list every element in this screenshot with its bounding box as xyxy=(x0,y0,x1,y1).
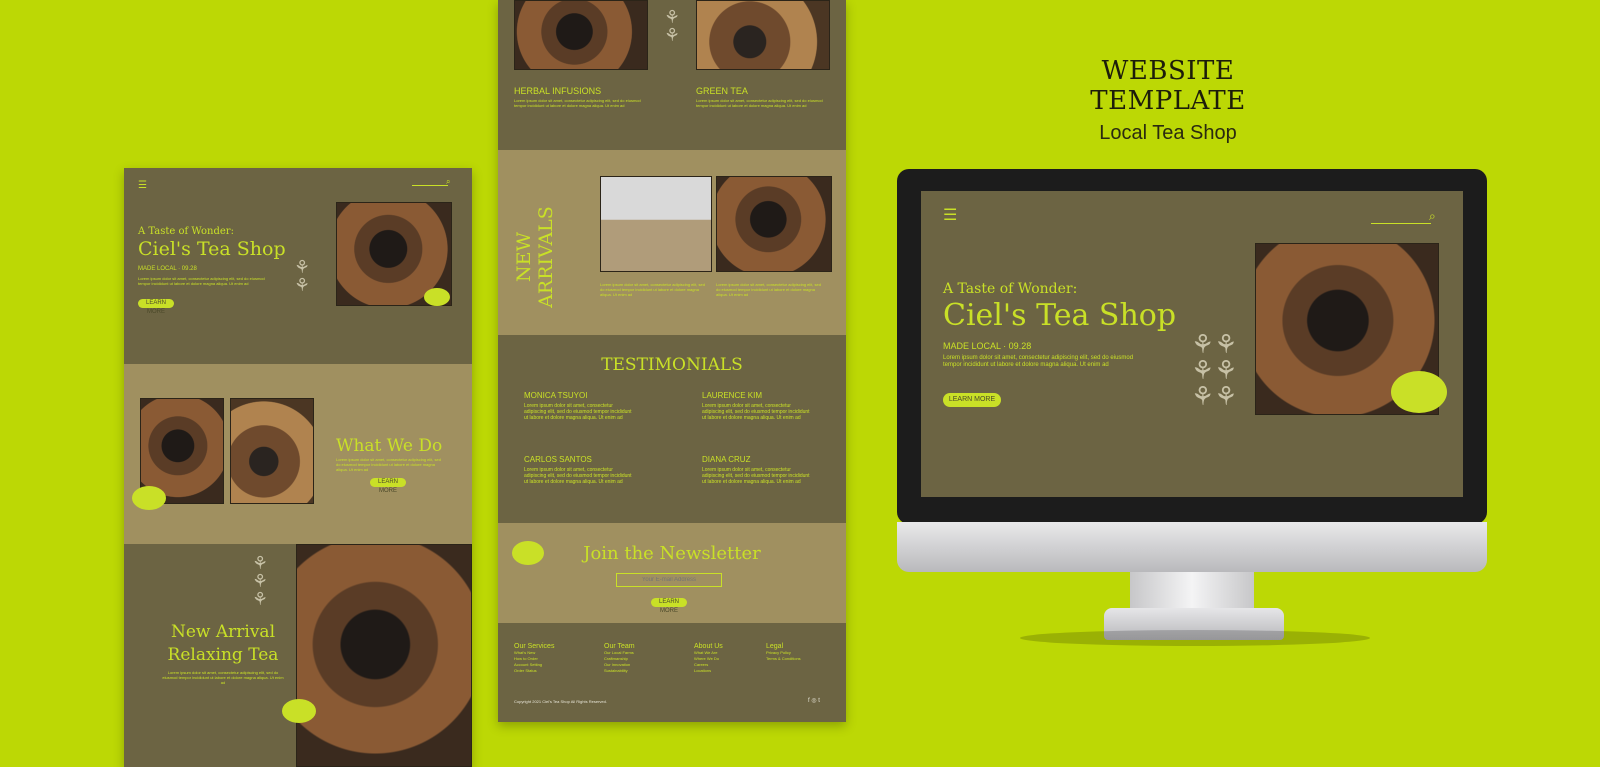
search-icon[interactable]: ⌕ xyxy=(446,177,450,187)
wwd-photo-2 xyxy=(230,398,314,504)
newsletter-section: Join the Newsletter LEARN MORE xyxy=(498,523,846,623)
newsletter-submit-button[interactable]: LEARN MORE xyxy=(651,598,687,614)
desktop-hero-body: Lorem ipsum dolor sit amet, consectetur … xyxy=(943,355,1134,368)
footer-col-services: Our Services What's New How to Order Acc… xyxy=(514,643,554,674)
new-arrival-title-2: Relaxing Tea xyxy=(167,645,279,665)
testimonial-quote: Lorem ipsum dolor sit amet, consectetur … xyxy=(524,467,632,485)
new-arrival-photo xyxy=(296,544,472,767)
footer-link[interactable]: Locations xyxy=(694,668,723,674)
testimonial-name: MONICA TSUYOI xyxy=(524,391,588,400)
footer-col-title: About Us xyxy=(694,643,723,650)
hero-shop-name: Ciel's Tea Shop xyxy=(138,238,286,260)
category-green-tea-body: Lorem ipsum dolor sit amet, consectetur … xyxy=(696,98,823,108)
teapot-icon xyxy=(132,486,166,510)
new-arrival-photo-2 xyxy=(716,176,832,272)
category-herbal[interactable]: HERBAL INFUSIONS xyxy=(514,86,601,96)
testimonial-quote: Lorem ipsum dolor sit amet, consectetur … xyxy=(702,467,810,485)
new-arrival-body: Lorem ipsum dolor sit amet, consectetur … xyxy=(162,670,284,685)
footer-col-legal: Legal Privacy Policy Terms & Conditions xyxy=(766,643,801,662)
teapot-icon xyxy=(424,288,450,306)
category-green-tea[interactable]: GREEN TEA xyxy=(696,86,748,96)
new-arrivals-section: NEW ARRIVALS Lorem ipsum dolor sit amet,… xyxy=(498,150,846,335)
wwd-learn-more-button[interactable]: LEARN MORE xyxy=(370,478,406,494)
testimonial-name: DIANA CRUZ xyxy=(702,455,751,464)
testimonial-quote: Lorem ipsum dolor sit amet, consectetur … xyxy=(524,403,632,421)
leaf-sprig-icon: ⚘ ⚘ ⚘ xyxy=(252,553,269,609)
social-icons[interactable]: f ◎ t xyxy=(808,697,820,704)
desktop-hero-tagline: A Taste of Wonder: xyxy=(943,281,1078,297)
new-arrival-2-body: Lorem ipsum dolor sit amet, consectetur … xyxy=(716,282,821,297)
wwd-body: Lorem ipsum dolor sit amet, consectetur … xyxy=(336,457,441,472)
teapot-icon xyxy=(282,699,316,723)
template-subtitle: Local Tea Shop xyxy=(1099,122,1237,144)
mobile-mockup-left: ☰ ⌕ A Taste of Wonder: Ciel's Tea Shop M… xyxy=(124,168,472,767)
what-we-do-section: What We Do Lorem ipsum dolor sit amet, c… xyxy=(124,364,472,544)
leaf-sprig-icon: ⚘⚘ ⚘⚘ ⚘⚘ xyxy=(1191,329,1238,411)
hero-made-local: MADE LOCAL · 09.28 xyxy=(138,266,197,272)
leaf-sprig-icon: ⚘ ⚘ xyxy=(294,257,311,295)
desktop-learn-more-button[interactable]: LEARN MORE xyxy=(943,393,1001,407)
desktop-made-local: MADE LOCAL · 09.28 xyxy=(943,341,1032,351)
newsletter-title: Join the Newsletter xyxy=(583,543,761,564)
teapot-icon xyxy=(1391,371,1447,413)
new-arrivals-label: NEW ARRIVALS xyxy=(513,206,557,308)
desktop-hero-shop-name: Ciel's Tea Shop xyxy=(943,298,1177,333)
hero-tagline: A Taste of Wonder: xyxy=(138,226,234,237)
new-arrival-photo-1 xyxy=(600,176,712,272)
testimonials-title: TESTIMONIALS xyxy=(601,355,743,375)
hero-section: ☰ ⌕ A Taste of Wonder: Ciel's Tea Shop M… xyxy=(124,168,472,364)
footer-link[interactable]: Order Status xyxy=(514,668,554,674)
testimonial-name: CARLOS SANTOS xyxy=(524,455,592,464)
hero-body: Lorem ipsum dolor sit amet, consectetur … xyxy=(138,276,265,286)
menu-icon[interactable]: ☰ xyxy=(943,205,957,225)
footer-section: Our Services What's New How to Order Acc… xyxy=(498,623,846,722)
footer-col-title: Legal xyxy=(766,643,784,650)
footer-link[interactable]: Terms & Conditions xyxy=(766,656,801,662)
footer-col-title: Our Services xyxy=(514,643,555,650)
footer-link[interactable]: Sustainability xyxy=(604,668,635,674)
monitor-stand xyxy=(1130,572,1254,612)
menu-icon[interactable]: ☰ xyxy=(138,180,147,191)
mobile-mockup-middle: ⚘ ⚘ HERBAL INFUSIONS Lorem ipsum dolor si… xyxy=(498,0,846,722)
footer-copyright: Copyright 2021 Ciel's Tea Shop All Right… xyxy=(514,699,607,704)
new-arrival-section: ⚘ ⚘ ⚘ New Arrival Relaxing Tea Lorem ipsum… xyxy=(124,544,472,767)
hero-learn-more-button[interactable]: LEARN MORE xyxy=(138,299,174,315)
footer-col-title: Our Team xyxy=(604,643,635,650)
leaf-sprig-icon: ⚘ ⚘ xyxy=(664,7,681,45)
footer-col-team: Our Team Our Local Farms Craftmanship Ou… xyxy=(604,643,635,674)
desktop-screen: ☰ ⌕ A Taste of Wonder: Ciel's Tea Shop M… xyxy=(921,191,1463,497)
new-arrival-1-body: Lorem ipsum dolor sit amet, consectetur … xyxy=(600,282,705,297)
monitor-chin xyxy=(897,522,1487,572)
template-title: WEBSITE TEMPLATE xyxy=(1090,56,1246,116)
stand-shadow xyxy=(1020,630,1370,646)
monitor-frame: ☰ ⌕ A Taste of Wonder: Ciel's Tea Shop M… xyxy=(897,169,1487,524)
new-arrival-title-1: New Arrival xyxy=(170,622,276,642)
footer-col-about: About Us What We Are Where We Do Careers… xyxy=(694,643,723,674)
search-bar[interactable] xyxy=(1371,223,1431,224)
testimonial-quote: Lorem ipsum dolor sit amet, consectetur … xyxy=(702,403,810,421)
testimonials-section: TESTIMONIALS MONICA TSUYOI Lorem ipsum d… xyxy=(498,335,846,523)
testimonial-name: LAURENCE KIM xyxy=(702,391,763,400)
category-herbal-body: Lorem ipsum dolor sit amet, consectetur … xyxy=(514,98,641,108)
newsletter-email-input[interactable] xyxy=(616,573,722,587)
search-icon[interactable]: ⌕ xyxy=(1429,209,1436,224)
green-tea-photo xyxy=(696,0,830,70)
categories-section: ⚘ ⚘ HERBAL INFUSIONS Lorem ipsum dolor si… xyxy=(498,0,846,150)
herbal-photo xyxy=(514,0,648,70)
what-we-do-title: What We Do xyxy=(336,436,443,456)
search-bar[interactable] xyxy=(412,185,448,186)
